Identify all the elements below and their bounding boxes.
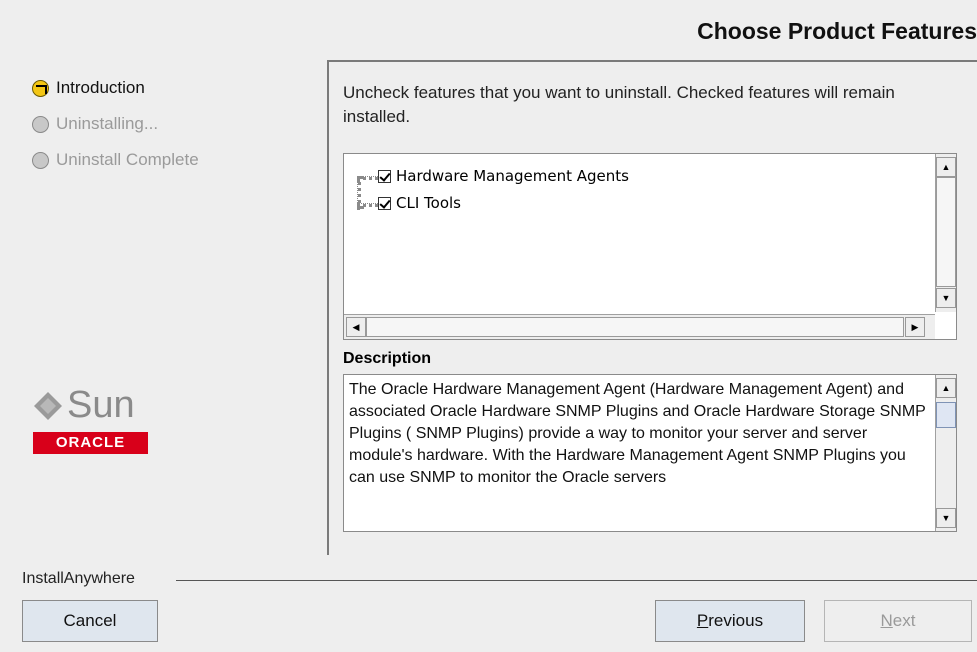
cancel-button[interactable]: Cancel	[22, 600, 158, 642]
feature-tree[interactable]: Hardware Management Agents CLI Tools ▲ ▼…	[343, 153, 957, 340]
step-label: Uninstalling...	[56, 114, 159, 133]
feature-label: CLI Tools	[396, 194, 461, 212]
page-title: Choose Product Features	[697, 18, 977, 44]
feature-item-hardware-management-agents[interactable]: Hardware Management Agents	[378, 167, 629, 185]
arrow-right-icon[interactable]: ▶	[905, 317, 925, 337]
step-label: Introduction	[56, 78, 145, 97]
sun-logo-text: Sun	[67, 384, 135, 426]
oracle-logo: ORACLE	[33, 432, 148, 454]
description-vertical-scrollbar[interactable]: ▲ ▼	[935, 375, 956, 531]
scroll-thumb[interactable]	[936, 177, 956, 287]
arrow-up-icon[interactable]: ▲	[936, 378, 956, 398]
feature-item-cli-tools[interactable]: CLI Tools	[378, 194, 461, 212]
feature-horizontal-scrollbar[interactable]: ◀ ▶	[344, 314, 935, 339]
scroll-thumb[interactable]	[366, 317, 904, 337]
step-uninstalling: Uninstalling...	[32, 113, 158, 135]
description-label: Description	[343, 350, 432, 367]
arrow-down-icon[interactable]: ▼	[936, 288, 956, 308]
previous-label: revious	[708, 611, 764, 630]
step-uninstall-complete: Uninstall Complete	[32, 149, 199, 171]
gray-circle-icon	[32, 115, 49, 133]
scroll-thumb[interactable]	[936, 402, 956, 428]
description-box[interactable]: The Oracle Hardware Management Agent (Ha…	[343, 374, 957, 532]
previous-mnemonic: P	[696, 611, 709, 630]
footer-divider	[176, 580, 977, 581]
arrow-up-icon[interactable]: ▲	[936, 157, 956, 177]
arrow-down-icon[interactable]: ▼	[936, 508, 956, 528]
installer-brand-label: InstallAnywhere	[22, 570, 135, 587]
arrow-left-icon[interactable]: ◀	[346, 317, 366, 337]
sun-logo: Sun	[33, 384, 135, 427]
feature-checkbox[interactable]	[378, 169, 391, 183]
description-text: The Oracle Hardware Management Agent (Ha…	[349, 381, 926, 486]
gray-circle-icon	[32, 151, 49, 169]
step-label: Uninstall Complete	[56, 150, 199, 169]
feature-label: Hardware Management Agents	[396, 167, 629, 185]
next-label: ext	[892, 611, 916, 630]
sun-diamond-icon	[34, 391, 62, 420]
feature-checkbox[interactable]	[378, 196, 391, 210]
arrow-right-circle-icon	[32, 79, 49, 97]
next-button[interactable]: Next	[824, 600, 972, 642]
step-introduction: Introduction	[32, 77, 145, 99]
previous-button[interactable]: Previous	[655, 600, 805, 642]
next-mnemonic: N	[880, 611, 893, 630]
instructions-text: Uncheck features that you want to uninst…	[343, 83, 895, 126]
feature-vertical-scrollbar[interactable]: ▲ ▼	[935, 154, 956, 312]
